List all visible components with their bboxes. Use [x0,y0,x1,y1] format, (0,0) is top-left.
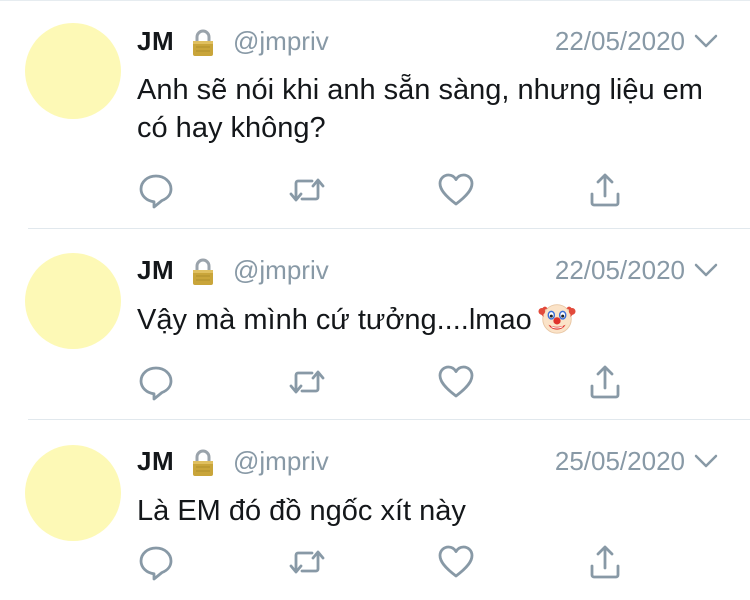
lock-icon [193,449,213,476]
tweet-header: JM @jmpriv 22/05/2020 [137,25,750,57]
tweet-feed: JM @jmpriv 22/05/2020 Anh sẽ nói khi anh… [0,0,750,600]
avatar[interactable] [25,253,121,349]
chevron-down-icon[interactable] [694,262,718,278]
share-button[interactable] [585,362,625,402]
tweet-text: Vậy mà mình cứ tưởng....lmao [137,301,727,340]
like-button[interactable] [436,362,476,402]
tweet[interactable]: JM @jmpriv 22/05/2020 Anh sẽ nói khi anh… [0,0,750,228]
tweet-date[interactable]: 22/05/2020 [555,25,685,57]
tweet[interactable]: JM @jmpriv 22/05/2020 Vậy mà mình cứ tưở… [0,229,750,419]
lock-icon [193,29,213,56]
retweet-button[interactable] [287,542,327,582]
tweet-date[interactable]: 25/05/2020 [555,445,685,477]
avatar[interactable] [25,445,121,541]
retweet-button[interactable] [287,170,327,210]
chevron-down-icon[interactable] [694,453,718,469]
tweet-actions [0,170,750,210]
display-name[interactable]: JM [137,25,174,57]
reply-icon [139,366,173,401]
tweet-header: JM @jmpriv 25/05/2020 [137,445,750,477]
share-button[interactable] [585,170,625,210]
share-icon [590,545,620,579]
username-handle[interactable]: @jmpriv [233,254,329,286]
tweet-actions [0,542,750,582]
retweet-button[interactable] [287,362,327,402]
retweet-icon [289,178,325,202]
chevron-down-icon[interactable] [694,33,718,49]
tweet-date[interactable]: 22/05/2020 [555,254,685,286]
clown-face-emoji-icon [538,304,576,335]
heart-icon [438,545,474,578]
display-name[interactable]: JM [137,254,174,286]
share-icon [590,365,620,399]
like-button[interactable] [436,542,476,582]
reply-button[interactable] [136,362,176,402]
tweet-actions [0,362,750,402]
retweet-icon [289,550,325,574]
heart-icon [438,365,474,398]
tweet-text: Anh sẽ nói khi anh sẵn sàng, nhưng liệu … [137,74,703,144]
reply-icon [139,546,173,581]
reply-icon [139,174,173,209]
username-handle[interactable]: @jmpriv [233,445,329,477]
username-handle[interactable]: @jmpriv [233,25,329,57]
share-button[interactable] [585,542,625,582]
reply-button[interactable] [136,170,176,210]
heart-icon [438,173,474,206]
display-name[interactable]: JM [137,445,174,477]
avatar[interactable] [25,23,121,119]
reply-button[interactable] [136,542,176,582]
tweet-text: Là EM đó đồ ngốc xít này [137,495,466,527]
tweet-header: JM @jmpriv 22/05/2020 [137,254,750,286]
tweet-text-content: Vậy mà mình cứ tưởng....lmao [137,304,532,336]
lock-icon [193,258,213,285]
like-button[interactable] [436,170,476,210]
tweet[interactable]: JM @jmpriv 25/05/2020 Là EM đó đồ ngốc x… [0,420,750,600]
share-icon [590,173,620,207]
retweet-icon [289,370,325,394]
